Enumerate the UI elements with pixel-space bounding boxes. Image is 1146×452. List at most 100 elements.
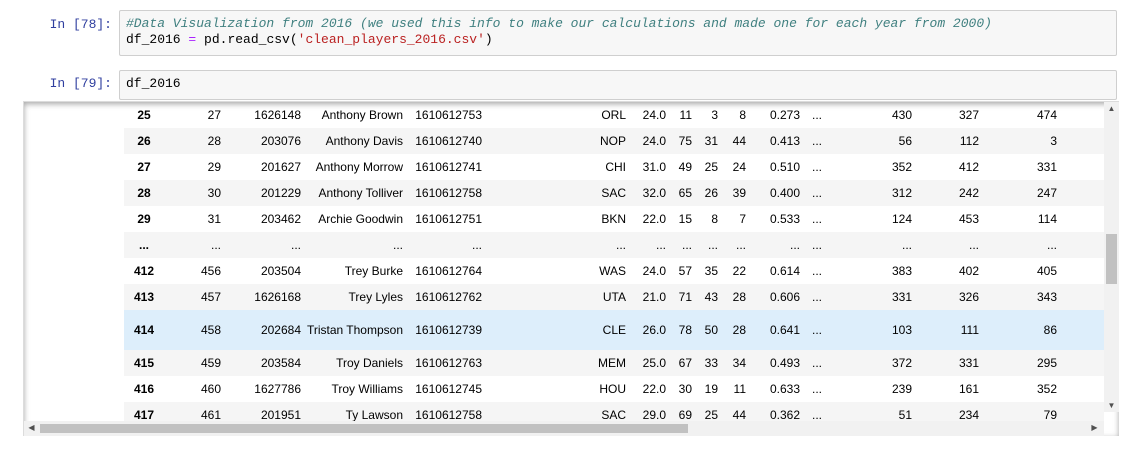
table-cell: 239: [891, 382, 912, 396]
table-cell: ORL: [601, 108, 626, 122]
scroll-down-arrow[interactable]: ▼: [1104, 401, 1119, 410]
table-cell: ...: [901, 238, 912, 252]
table-cell: 0.493: [769, 356, 800, 370]
table-cell: 326: [958, 290, 979, 304]
table-cell: 56: [898, 134, 912, 148]
table-cell: 295: [1036, 356, 1057, 370]
code-token: df_2016: [126, 32, 189, 47]
table-cell: 28: [207, 134, 221, 148]
table-cell: 103: [891, 323, 912, 337]
table-cell: 1627786: [254, 382, 301, 396]
input-prompt: In [78]:: [49, 17, 112, 32]
table-row: 415 459 203584 Troy Daniels 1610612763 MEM 25.…: [124, 350, 1104, 376]
scroll-up-arrow[interactable]: ▲: [1104, 104, 1119, 113]
code-cell-79[interactable]: In [79]: df_2016: [0, 70, 1146, 100]
code-token: #Data Visualization from 2016 (we used t…: [126, 16, 992, 31]
table-row: 25 27 1626148 Anthony Brown 1610612753 ORL 24.…: [124, 102, 1104, 128]
table-cell: 30: [678, 382, 692, 396]
table-cell: Troy Williams: [331, 382, 403, 396]
output-area[interactable]: 25 27 1626148 Anthony Brown 1610612753 ORL 24.…: [23, 101, 1119, 436]
table-cell: 11: [679, 108, 692, 122]
code-line: df_2016: [126, 76, 1116, 92]
horizontal-scroll-thumb[interactable]: [40, 424, 688, 433]
table-cell: 1610612741: [415, 160, 482, 174]
table-cell: 28: [732, 323, 746, 337]
table-cell: 75: [678, 134, 692, 148]
code-cell-78[interactable]: In [78]: #Data Visualization from 2016 (…: [0, 10, 1146, 60]
table-cell: 161: [958, 382, 979, 396]
table-cell: 1610612739: [415, 323, 482, 337]
table-cell: Anthony Morrow: [315, 160, 403, 174]
table-cell: ...: [811, 108, 822, 122]
table-cell: 7: [739, 212, 746, 226]
table-cell: BKN: [601, 212, 626, 226]
table-cell: ...: [811, 356, 822, 370]
code-token: 'clean_players_2016.csv': [297, 32, 485, 47]
table-cell: 0.510: [769, 160, 800, 174]
table-cell: 203584: [260, 356, 301, 370]
table-cell: 24.0: [642, 108, 666, 122]
row-index: 414: [133, 323, 155, 337]
table-cell: 402: [958, 264, 979, 278]
table-row: 412 456 203504 Trey Burke 1610612764 WAS 24.0 5…: [124, 258, 1104, 284]
table-cell: 312: [891, 186, 912, 200]
table-cell: 1610612745: [415, 382, 482, 396]
table-cell: 456: [200, 264, 221, 278]
table-row: 414 458 202684 Tristan Thompson 1610612739 CL…: [124, 310, 1104, 350]
code-editor[interactable]: #Data Visualization from 2016 (we used t…: [119, 10, 1117, 56]
table-cell: 27: [207, 108, 221, 122]
table-cell: 1610612751: [415, 212, 482, 226]
table-cell: 0.273: [769, 108, 800, 122]
table-cell: 8: [739, 108, 746, 122]
scroll-left-arrow[interactable]: ◀: [24, 423, 39, 432]
table-cell: ...: [811, 134, 822, 148]
table-cell: 203076: [260, 134, 301, 148]
table-cell: 412: [958, 160, 979, 174]
table-row: 27 29 201627 Anthony Morrow 1610612741 CHI 31.…: [124, 154, 1104, 180]
table-row: 26 28 203076 Anthony Davis 1610612740 NOP 24.0…: [124, 128, 1104, 154]
table-cell: 32.0: [642, 186, 666, 200]
table-cell: 460: [200, 382, 221, 396]
table-row: ........................................…: [124, 232, 1104, 258]
table-cell: 343: [1036, 290, 1057, 304]
table-cell: 31: [704, 134, 718, 148]
table-cell: 19: [704, 382, 718, 396]
code-token: ): [484, 32, 493, 47]
vertical-scroll-thumb[interactable]: [1106, 234, 1117, 284]
table-cell: ...: [735, 238, 746, 252]
row-index: 413: [133, 290, 155, 304]
table-cell: 1610612763: [415, 356, 482, 370]
table-cell: 22: [732, 264, 746, 278]
table-cell: Tristan Thompson: [306, 323, 403, 337]
table-cell: 203504: [260, 264, 301, 278]
vertical-scrollbar[interactable]: ▲ ▼: [1104, 102, 1119, 412]
table-row: 413 457 1626168 Trey Lyles 1610612762 UTA 21.0…: [124, 284, 1104, 310]
code-editor[interactable]: df_2016: [119, 70, 1117, 100]
table-cell: 459: [200, 356, 221, 370]
table-cell: 29: [207, 160, 221, 174]
table-cell: 0.641: [769, 323, 800, 337]
horizontal-scrollbar[interactable]: ◀ ▶: [24, 421, 1104, 436]
row-index: 25: [137, 108, 151, 122]
table-cell: 28: [732, 290, 746, 304]
table-cell: 26.0: [642, 323, 666, 337]
table-cell: 0.614: [769, 264, 800, 278]
table-cell: 33: [704, 356, 718, 370]
table-cell: 0.413: [769, 134, 800, 148]
row-index: 27: [137, 160, 151, 174]
table-cell: 65: [678, 186, 692, 200]
row-index: 29: [137, 212, 151, 226]
table-cell: 44: [732, 134, 746, 148]
table-cell: 352: [1036, 382, 1057, 396]
table-cell: ...: [811, 290, 822, 304]
table-cell: 203462: [260, 212, 301, 226]
table-cell: ...: [681, 238, 692, 252]
row-index: 26: [137, 134, 151, 148]
scroll-right-arrow[interactable]: ▶: [1087, 423, 1102, 432]
table-cell: 405: [1036, 264, 1057, 278]
table-cell: 31: [207, 212, 221, 226]
table-cell: 24.0: [642, 134, 666, 148]
table-cell: 242: [958, 186, 979, 200]
table-cell: 0.633: [769, 382, 800, 396]
table-cell: ...: [811, 382, 822, 396]
